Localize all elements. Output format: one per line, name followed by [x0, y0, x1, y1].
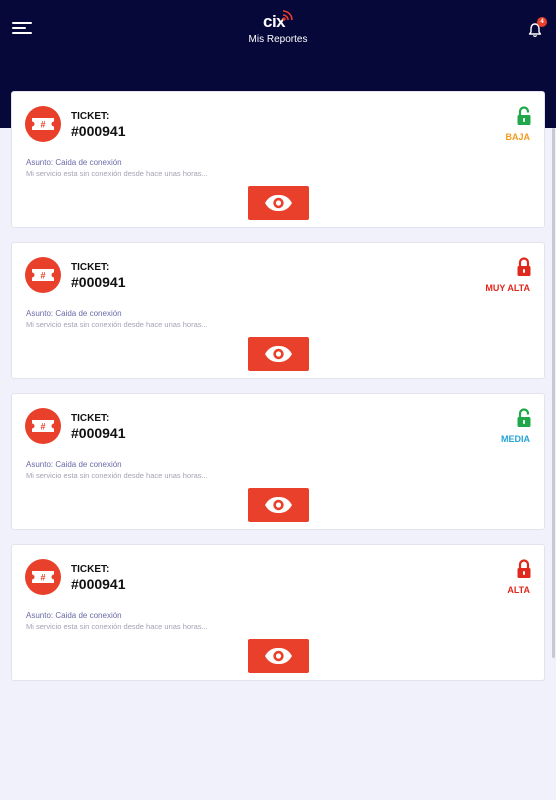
ticket-description: Mi servicio esta sin conexión desde hace…: [26, 622, 208, 631]
svg-text:#: #: [40, 120, 45, 130]
view-ticket-button[interactable]: [248, 337, 309, 371]
eye-icon: [265, 195, 292, 211]
ticket-icon: #: [25, 408, 61, 444]
ticket-label: TICKET:: [71, 413, 110, 424]
view-ticket-button[interactable]: [248, 186, 309, 220]
notification-badge: 4: [537, 17, 547, 27]
priority-label: MUY ALTA: [485, 283, 530, 293]
ticket-subject: Asunto: Caida de conexión: [26, 158, 122, 167]
ticket-card: # TICKET: #000941 MUY ALTA Asunto: Caida…: [11, 242, 545, 379]
view-ticket-button[interactable]: [248, 639, 309, 673]
ticket-label: TICKET:: [71, 564, 110, 575]
lock-open-icon: [516, 106, 532, 126]
ticket-subject: Asunto: Caida de conexión: [26, 611, 122, 620]
ticket-description: Mi servicio esta sin conexión desde hace…: [26, 169, 208, 178]
lock-open-icon: [516, 408, 532, 428]
app-logo: cix: [263, 8, 299, 34]
ticket-number: #000941: [71, 274, 126, 290]
lock-closed-icon: [516, 559, 532, 579]
ticket-icon: #: [25, 106, 61, 142]
ticket-number: #000941: [71, 123, 126, 139]
ticket-card: # TICKET: #000941 BAJA Asunto: Caida de …: [11, 91, 545, 228]
svg-text:#: #: [40, 573, 45, 583]
top-bar: cix Mis Reportes 4: [0, 0, 556, 56]
svg-text:#: #: [40, 422, 45, 432]
view-ticket-button[interactable]: [248, 488, 309, 522]
ticket-list: # TICKET: #000941 BAJA Asunto: Caida de …: [11, 91, 545, 695]
ticket-card: # TICKET: #000941 MEDIA Asunto: Caida de…: [11, 393, 545, 530]
eye-icon: [265, 346, 292, 362]
ticket-number: #000941: [71, 576, 126, 592]
ticket-card: # TICKET: #000941 ALTA Asunto: Caida de …: [11, 544, 545, 681]
svg-text:#: #: [40, 271, 45, 281]
ticket-subject: Asunto: Caida de conexión: [26, 460, 122, 469]
scrollbar[interactable]: [552, 128, 555, 658]
lock-closed-icon: [516, 257, 532, 277]
priority-label: ALTA: [507, 585, 530, 595]
eye-icon: [265, 648, 292, 664]
ticket-description: Mi servicio esta sin conexión desde hace…: [26, 320, 208, 329]
priority-label: MEDIA: [501, 434, 530, 444]
notifications-button[interactable]: 4: [527, 17, 547, 40]
ticket-label: TICKET:: [71, 111, 110, 122]
page-title: Mis Reportes: [248, 34, 308, 45]
ticket-number: #000941: [71, 425, 126, 441]
priority-label: BAJA: [505, 132, 530, 142]
ticket-icon: #: [25, 257, 61, 293]
ticket-subject: Asunto: Caida de conexión: [26, 309, 122, 318]
ticket-icon: #: [25, 559, 61, 595]
menu-icon: [12, 22, 32, 24]
eye-icon: [265, 497, 292, 513]
ticket-label: TICKET:: [71, 262, 110, 273]
ticket-description: Mi servicio esta sin conexión desde hace…: [26, 471, 208, 480]
signal-icon: [282, 10, 293, 21]
